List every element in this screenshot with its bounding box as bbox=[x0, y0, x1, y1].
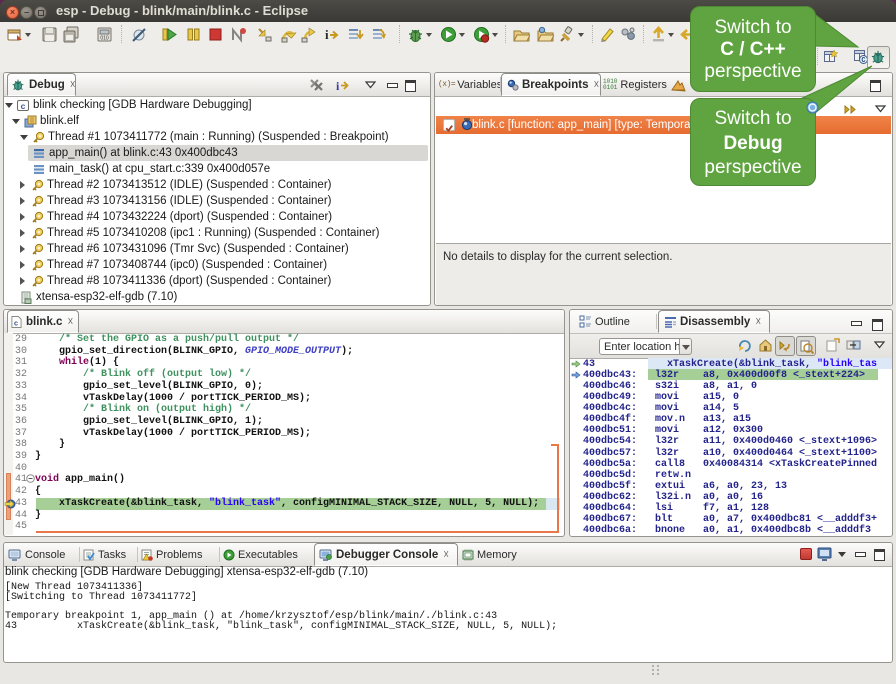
svg-text:c: c bbox=[14, 320, 18, 327]
